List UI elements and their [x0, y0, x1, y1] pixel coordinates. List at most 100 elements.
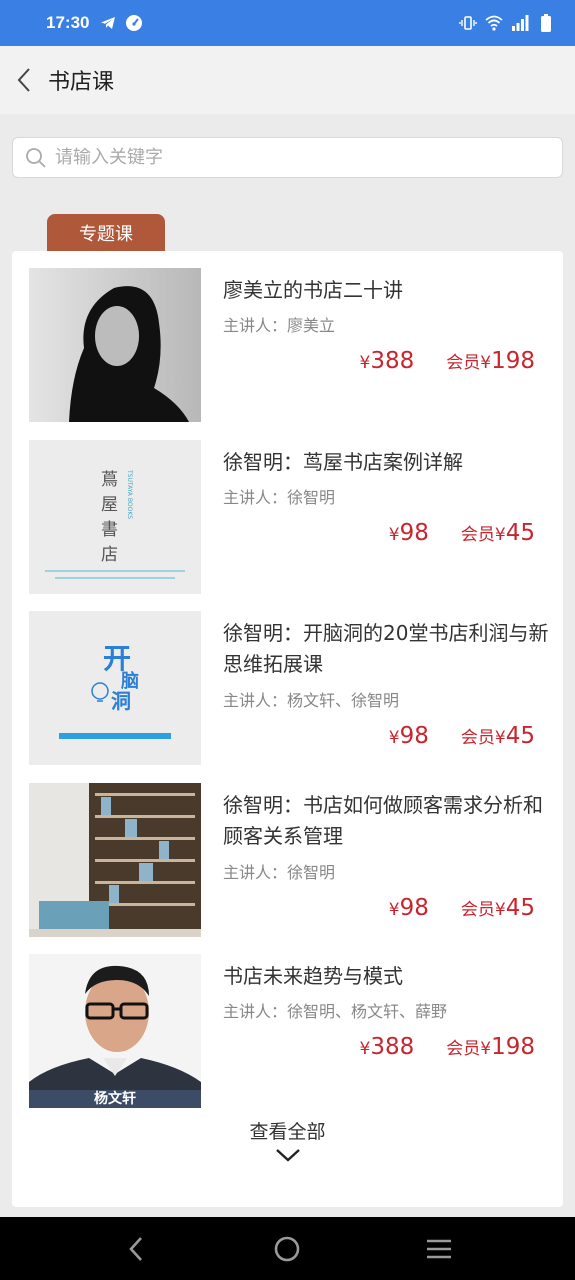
member-price-value: 45	[505, 895, 535, 921]
signal-icon	[512, 15, 529, 31]
lecturer-name: 廖美立	[287, 316, 336, 335]
member-label: 会员¥	[446, 1039, 492, 1059]
course-lecturer: 主讲人：杨文轩、徐智明	[223, 687, 399, 711]
course-price: ¥388	[360, 348, 415, 374]
app-header: 书店课	[0, 46, 575, 114]
course-title: 徐智明：书店如何做顾客需求分析和顾客关系管理	[223, 793, 543, 848]
nav-recents-button[interactable]	[409, 1224, 469, 1274]
member-price: 会员¥198	[446, 348, 535, 374]
currency-symbol: ¥	[388, 900, 400, 920]
nav-home-icon	[275, 1236, 300, 1261]
course-price: ¥98	[389, 895, 429, 921]
member-price: 会员¥198	[446, 1034, 535, 1060]
lecturer-prefix: 主讲人：	[223, 1002, 288, 1021]
battery-icon	[541, 14, 551, 32]
course-thumbnail: 开 脑 洞	[29, 611, 201, 765]
lecturer-prefix: 主讲人：	[223, 316, 288, 335]
lecturer-prefix: 主讲人：	[223, 488, 288, 507]
member-label: 会员¥	[460, 525, 506, 545]
member-label: 会员¥	[460, 728, 506, 748]
price-value: 98	[399, 520, 429, 546]
member-label: 会员¥	[460, 900, 506, 920]
thumb-caption: 杨文轩	[94, 1091, 136, 1107]
page-title: 书店课	[48, 70, 115, 95]
price-value: 98	[399, 723, 429, 749]
price-row: ¥98 会员¥45	[389, 520, 535, 546]
telegram-icon	[101, 17, 116, 29]
price-row: ¥98 会员¥45	[389, 895, 535, 921]
course-list-card: 廖美立的书店二十讲 主讲人：廖美立 ¥388 会员¥198 蔦 屋 書 店 TS…	[12, 251, 563, 1207]
lightbulb-head-icon	[91, 682, 109, 702]
thumb-footer-line	[55, 577, 175, 579]
course-lecturer: 主讲人：徐智明、杨文轩、薛野	[223, 998, 447, 1022]
thumb-text: 蔦	[101, 470, 118, 490]
course-lecturer: 主讲人：徐智明	[223, 484, 335, 508]
lecturer-name: 徐智明、杨文轩、薛野	[287, 1002, 448, 1021]
course-item[interactable]: 杨文轩 书店未来趋势与模式 主讲人：徐智明、杨文轩、薛野 ¥388 会员¥198	[29, 954, 549, 1108]
course-title: 徐智明：茑屋书店案例详解	[223, 450, 463, 474]
member-price: 会员¥45	[461, 723, 535, 749]
chevron-left-icon	[17, 68, 30, 92]
status-bar: 17:30	[0, 0, 575, 46]
course-thumbnail	[29, 268, 201, 422]
course-price: ¥98	[389, 723, 429, 749]
course-price: ¥98	[389, 520, 429, 546]
course-thumbnail: 杨文轩	[29, 954, 201, 1108]
nav-home-button[interactable]	[257, 1224, 317, 1274]
course-item[interactable]: 开 脑 洞 徐智明：开脑洞的20堂书店利润与新思维拓展课 主讲人：杨文轩、徐智明…	[29, 611, 549, 765]
thumb-banner	[59, 733, 171, 739]
price-value: 388	[370, 348, 415, 374]
price-value: 388	[370, 1034, 415, 1060]
nav-back-button[interactable]	[106, 1224, 166, 1274]
course-price: ¥388	[360, 1034, 415, 1060]
price-row: ¥388 会员¥198	[360, 1034, 535, 1060]
lecturer-name: 徐智明	[287, 488, 336, 507]
currency-symbol: ¥	[388, 728, 400, 748]
course-title: 徐智明：开脑洞的20堂书店利润与新思维拓展课	[223, 621, 549, 676]
wifi-icon	[485, 15, 503, 31]
lecturer-name: 徐智明	[287, 863, 336, 882]
member-price-value: 198	[491, 1034, 535, 1060]
currency-symbol: ¥	[359, 353, 371, 373]
lecturer-name: 杨文轩、徐智明	[287, 691, 400, 710]
member-price-value: 45	[505, 723, 535, 749]
speedometer-icon	[126, 15, 143, 31]
course-lecturer: 主讲人：徐智明	[223, 859, 335, 883]
view-all-button[interactable]: 查看全部	[12, 1117, 563, 1162]
lecturer-prefix: 主讲人：	[223, 863, 288, 882]
nav-back-icon	[129, 1236, 142, 1261]
back-button[interactable]	[0, 46, 48, 114]
currency-symbol: ¥	[388, 525, 400, 545]
status-time: 17:30	[46, 13, 90, 32]
member-price-value: 45	[505, 520, 535, 546]
course-thumbnail	[29, 783, 201, 937]
member-price: 会员¥45	[461, 520, 535, 546]
section-tab-topics[interactable]: 专题课	[47, 214, 165, 252]
course-title: 廖美立的书店二十讲	[223, 278, 403, 302]
currency-symbol: ¥	[359, 1039, 371, 1059]
thumb-text: 店	[101, 545, 118, 565]
course-item[interactable]: 廖美立的书店二十讲 主讲人：廖美立 ¥388 会员¥198	[29, 268, 549, 422]
system-nav-bar	[0, 1217, 575, 1280]
view-all-label: 查看全部	[249, 1121, 326, 1143]
course-lecturer: 主讲人：廖美立	[223, 312, 335, 336]
search-bar[interactable]	[12, 137, 563, 178]
course-item[interactable]: 徐智明：书店如何做顾客需求分析和顾客关系管理 主讲人：徐智明 ¥98 会员¥45	[29, 783, 549, 937]
thumb-footer-line	[45, 570, 185, 572]
course-thumbnail: 蔦 屋 書 店 TSUTAYA BOOKS	[29, 440, 201, 594]
vibrate-icon	[459, 16, 477, 30]
thumb-text: 屋	[101, 495, 118, 515]
thumb-text: 洞	[111, 689, 131, 713]
price-row: ¥98 会员¥45	[389, 723, 535, 749]
member-label: 会员¥	[446, 353, 492, 373]
search-icon	[26, 147, 46, 168]
chevron-down-icon	[275, 1149, 300, 1162]
course-title: 书店未来趋势与模式	[223, 964, 403, 988]
nav-menu-icon	[427, 1239, 452, 1258]
lecturer-prefix: 主讲人：	[223, 691, 288, 710]
price-row: ¥388 会员¥198	[360, 348, 535, 374]
course-item[interactable]: 蔦 屋 書 店 TSUTAYA BOOKS 徐智明：茑屋书店案例详解 主讲人：徐…	[29, 440, 549, 594]
price-value: 98	[399, 895, 429, 921]
search-input[interactable]	[55, 147, 535, 168]
thumb-side-text: TSUTAYA BOOKS	[126, 470, 133, 520]
